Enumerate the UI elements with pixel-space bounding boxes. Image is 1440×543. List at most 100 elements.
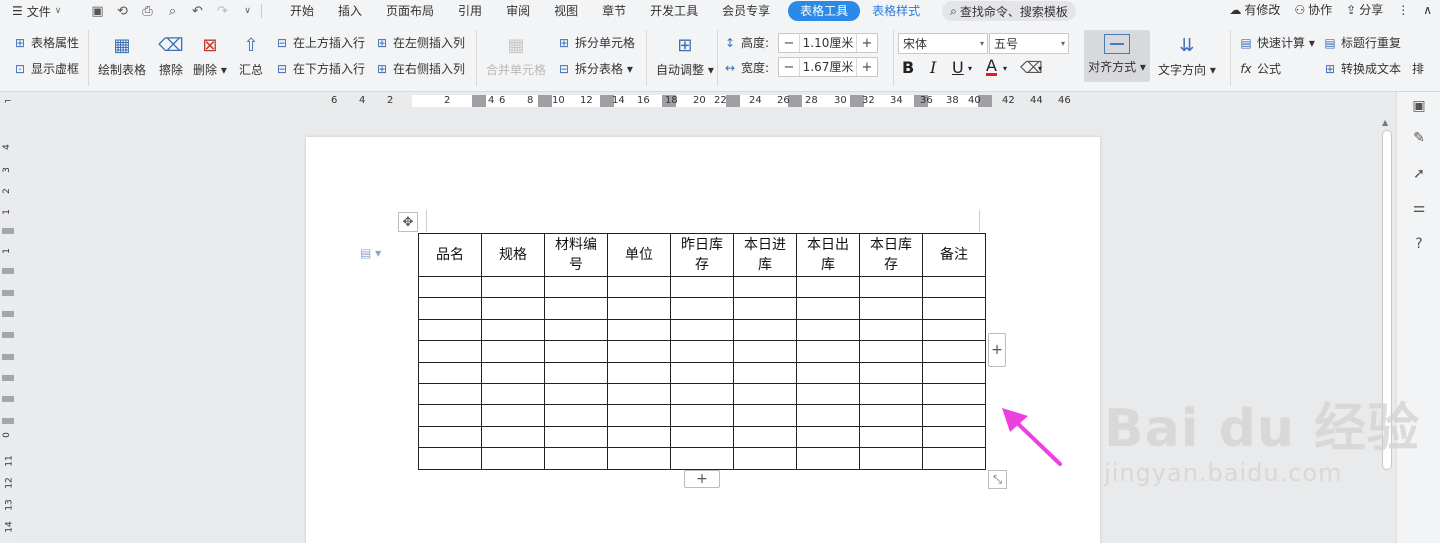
adjust-sliders-icon[interactable]: ⚌ bbox=[1409, 198, 1429, 218]
split-table-button[interactable]: ⊟ 拆分表格 ▾ bbox=[556, 60, 633, 77]
table-cell[interactable] bbox=[796, 275, 860, 299]
width-increment-button[interactable]: + bbox=[857, 60, 877, 75]
tab-member[interactable]: 会员专享 bbox=[710, 1, 782, 21]
table-cell[interactable] bbox=[544, 425, 608, 449]
table-cell[interactable] bbox=[922, 275, 986, 299]
table-cell[interactable] bbox=[544, 340, 608, 363]
tab-section[interactable]: 章节 bbox=[590, 1, 638, 21]
summary-button[interactable]: ⇧ 汇总 bbox=[238, 32, 264, 78]
customize-chevron-icon[interactable]: ∨ bbox=[238, 2, 257, 20]
row-marker[interactable] bbox=[2, 228, 14, 234]
table-properties-button[interactable]: ⊞ 表格属性 bbox=[12, 34, 79, 51]
insert-row-above-button[interactable]: ⊟ 在上方插入行 bbox=[274, 34, 365, 51]
text-direction-button[interactable]: ⇊ 文字方向 ▾ bbox=[1158, 32, 1216, 78]
erase-button[interactable]: ⌫ 擦除 bbox=[158, 32, 184, 78]
table-cell[interactable] bbox=[607, 297, 671, 320]
delete-button[interactable]: ⊠ 删除 ▾ bbox=[193, 32, 227, 78]
table-cell[interactable] bbox=[859, 404, 923, 427]
tab-table-tools[interactable]: 表格工具 bbox=[788, 1, 861, 21]
redo-icon[interactable]: ↷ bbox=[213, 2, 232, 20]
height-increment-button[interactable]: + bbox=[857, 36, 877, 51]
table-cell[interactable] bbox=[418, 425, 482, 449]
table-cell[interactable] bbox=[481, 361, 545, 384]
width-value[interactable]: 1.67厘米 bbox=[799, 58, 857, 76]
table-cell[interactable] bbox=[607, 425, 671, 449]
panel-settings-icon[interactable]: ▣ bbox=[1409, 96, 1429, 116]
row-marker[interactable] bbox=[2, 332, 14, 338]
table-cell[interactable] bbox=[607, 340, 671, 363]
table-cell[interactable] bbox=[544, 275, 608, 299]
table-cell[interactable] bbox=[607, 275, 671, 299]
column-marker[interactable] bbox=[726, 95, 740, 107]
bold-icon[interactable]: B bbox=[902, 58, 914, 77]
show-gridlines-button[interactable]: ⊡ 显示虚框 bbox=[12, 60, 79, 77]
table-cell[interactable] bbox=[481, 404, 545, 427]
table-cell[interactable] bbox=[481, 275, 545, 299]
table-cell[interactable] bbox=[544, 297, 608, 320]
formula-button[interactable]: fx 公式 bbox=[1238, 60, 1281, 77]
table-cell[interactable] bbox=[922, 340, 986, 363]
move-arrows-icon[interactable]: ✥ bbox=[398, 212, 418, 232]
select-cursor-icon[interactable]: ➚ bbox=[1409, 164, 1429, 184]
font-size-select[interactable]: 五号 ▾ bbox=[989, 33, 1069, 54]
table-cell[interactable] bbox=[796, 318, 860, 342]
table-cell[interactable] bbox=[859, 297, 923, 320]
table-cell[interactable] bbox=[796, 297, 860, 320]
table-cell[interactable] bbox=[544, 404, 608, 427]
table-header-cell[interactable]: 本日出库 bbox=[796, 233, 860, 277]
table-cell[interactable] bbox=[796, 340, 860, 363]
table-cell[interactable] bbox=[607, 382, 671, 406]
add-column-button[interactable]: + bbox=[988, 333, 1006, 367]
table-cell[interactable] bbox=[544, 447, 608, 470]
table-cell[interactable] bbox=[922, 297, 986, 320]
table-cell[interactable] bbox=[418, 340, 482, 363]
table-cell[interactable] bbox=[607, 318, 671, 342]
italic-icon[interactable]: I bbox=[930, 58, 936, 77]
table-cell[interactable] bbox=[418, 297, 482, 320]
table-cell[interactable] bbox=[733, 361, 797, 384]
table-cell[interactable] bbox=[670, 382, 734, 406]
quick-calc-button[interactable]: ▤ 快速计算 ▾ bbox=[1238, 34, 1315, 51]
table-cell[interactable] bbox=[796, 425, 860, 449]
table-header-cell[interactable]: 本日进库 bbox=[733, 233, 797, 277]
save-icon[interactable]: ▣ bbox=[88, 2, 107, 20]
more-icon[interactable]: ⋮ bbox=[1397, 3, 1409, 17]
paragraph-options-icon[interactable]: ▤ ▾ bbox=[360, 246, 381, 260]
table-cell[interactable] bbox=[481, 318, 545, 342]
inventory-table[interactable]: 品名 规格 材料编号单位 昨日库存本日进库本日出库本日库存备注 bbox=[418, 233, 986, 470]
table-header-cell[interactable]: 规格 bbox=[481, 233, 545, 277]
table-cell[interactable] bbox=[670, 275, 734, 299]
tab-table-style[interactable]: 表格样式 bbox=[860, 1, 932, 21]
table-cell[interactable] bbox=[418, 404, 482, 427]
table-cell[interactable] bbox=[607, 447, 671, 470]
table-cell[interactable] bbox=[733, 297, 797, 320]
table-cell[interactable] bbox=[544, 361, 608, 384]
table-cell[interactable] bbox=[733, 425, 797, 449]
format-painter-icon[interactable]: ⟲ bbox=[113, 2, 132, 20]
font-color-icon[interactable]: A bbox=[986, 58, 997, 76]
table-cell[interactable] bbox=[859, 318, 923, 342]
table-cell[interactable] bbox=[922, 447, 986, 470]
table-cell[interactable] bbox=[670, 425, 734, 449]
edit-icon[interactable]: ✎ bbox=[1409, 128, 1429, 148]
table-header-cell[interactable]: 备注 bbox=[922, 233, 986, 277]
width-decrement-button[interactable]: − bbox=[779, 60, 799, 75]
table-cell[interactable] bbox=[733, 447, 797, 470]
table-cell[interactable] bbox=[670, 404, 734, 427]
insert-column-left-button[interactable]: ⊞ 在左侧插入列 bbox=[374, 34, 465, 51]
scroll-up-icon[interactable]: ▲ bbox=[1382, 118, 1388, 127]
collapse-ribbon-icon[interactable]: ∧ bbox=[1423, 3, 1432, 17]
diagonal-resize-icon[interactable]: ⤡ bbox=[988, 470, 1007, 489]
table-cell[interactable] bbox=[796, 404, 860, 427]
chevron-down-icon[interactable]: ▾ bbox=[968, 64, 972, 73]
tab-references[interactable]: 引用 bbox=[446, 1, 494, 21]
tab-review[interactable]: 审阅 bbox=[494, 1, 542, 21]
add-row-button[interactable]: + bbox=[684, 470, 720, 488]
tab-developer[interactable]: 开发工具 bbox=[638, 1, 710, 21]
auto-fit-button[interactable]: ⊞ 自动调整 ▾ bbox=[656, 32, 714, 78]
insert-row-below-button[interactable]: ⊟ 在下方插入行 bbox=[274, 60, 365, 77]
table-cell[interactable] bbox=[418, 382, 482, 406]
row-marker[interactable] bbox=[2, 418, 14, 424]
print-preview-icon[interactable]: ⌕ bbox=[163, 2, 182, 20]
merge-cells-button[interactable]: ▦ 合并单元格 bbox=[486, 32, 546, 78]
